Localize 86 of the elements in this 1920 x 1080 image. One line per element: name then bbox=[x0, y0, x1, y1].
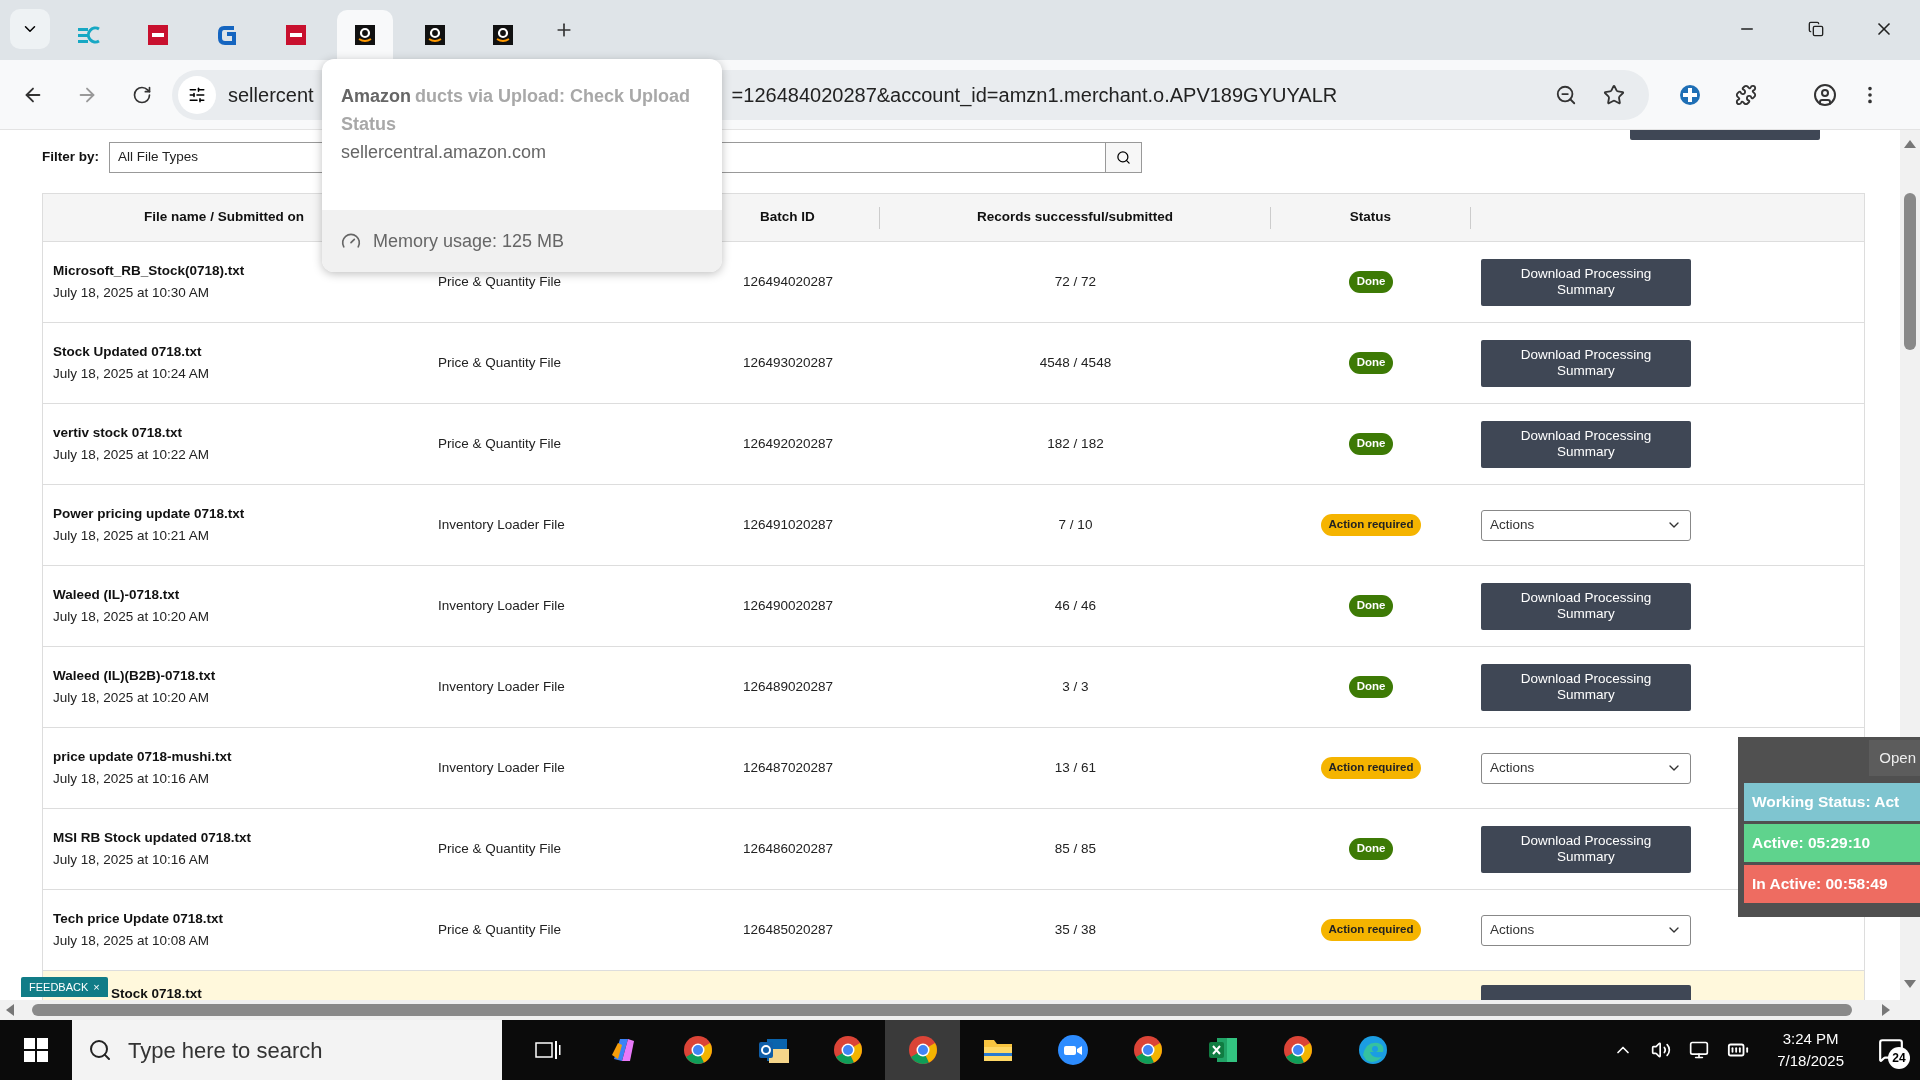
batch-id: 126485020287 bbox=[742, 921, 834, 937]
file-type: Price & Quantity File bbox=[438, 840, 562, 856]
batch-id: 126487020287 bbox=[742, 759, 834, 775]
filter-label: Filter by: bbox=[42, 147, 99, 166]
column-header: Batch ID bbox=[760, 208, 815, 227]
records-count: 3 / 3 bbox=[1062, 678, 1089, 694]
records-count: 85 / 85 bbox=[1054, 840, 1097, 856]
submitted-date: July 18, 2025 at 10:08 AM bbox=[53, 932, 211, 950]
status-badge: Done bbox=[1348, 676, 1394, 698]
column-header: Status bbox=[1349, 208, 1392, 227]
batch-id: 126489020287 bbox=[742, 678, 834, 694]
file-name: MSI RB Stock updated 0718.txt bbox=[53, 828, 253, 847]
file-type: Price & Quantity File bbox=[438, 921, 562, 937]
feedback-label: FEEDBACK bbox=[29, 979, 89, 995]
status-badge: Done bbox=[1348, 595, 1394, 617]
file-name: Waleed (IL)(B2B)-0718.txt bbox=[53, 666, 217, 685]
records-count: 35 / 38 bbox=[1054, 921, 1097, 937]
feedback-close[interactable]: × bbox=[93, 978, 100, 996]
memory-usage: Memory usage: 125 MB bbox=[373, 229, 565, 253]
submitted-date: July 18, 2025 at 10:16 AM bbox=[53, 770, 211, 788]
file-type: Inventory Loader File bbox=[438, 597, 565, 613]
batch-id: 126493020287 bbox=[742, 354, 834, 370]
open-button[interactable]: Open bbox=[1869, 740, 1920, 776]
records-count: 13 / 61 bbox=[1054, 759, 1097, 775]
download-summary-button[interactable]: Download Processing Summary bbox=[1481, 258, 1691, 306]
actions-dropdown[interactable]: Actions bbox=[1481, 914, 1691, 946]
batch-id: 126491020287 bbox=[742, 516, 834, 532]
status-badge: Action required bbox=[1320, 757, 1422, 779]
working-status-bar: Working Status: Act bbox=[1744, 783, 1920, 821]
file-name: Power pricing update 0718.txt bbox=[53, 504, 246, 523]
clock-time[interactable]: 3:24 PM bbox=[1782, 1028, 1839, 1050]
records-count: 182 / 182 bbox=[1047, 435, 1104, 451]
download-summary-button[interactable]: Download Processing Summary bbox=[1481, 582, 1691, 630]
records-count: 72 / 72 bbox=[1054, 273, 1097, 289]
batch-id: 126492020287 bbox=[742, 435, 834, 451]
status-badge: Action required bbox=[1320, 514, 1422, 536]
download-summary-button[interactable]: Download Processing Summary bbox=[1481, 825, 1691, 873]
notification-count: 24 bbox=[1888, 1047, 1910, 1069]
file-name: Stock 0718.txt bbox=[111, 986, 202, 1000]
actions-dropdown[interactable]: Actions bbox=[1481, 752, 1691, 784]
submitted-date: July 18, 2025 at 10:16 AM bbox=[53, 851, 211, 869]
batch-id: 126490020287 bbox=[742, 597, 834, 613]
records-count: 4548 / 4548 bbox=[1039, 354, 1112, 370]
batch-id: 126486020287 bbox=[742, 840, 834, 856]
submitted-date: July 18, 2025 at 10:20 AM bbox=[53, 608, 211, 626]
feedback-tab[interactable]: FEEDBACK × bbox=[21, 977, 108, 997]
download-summary-button[interactable]: Download Processing Summary bbox=[1481, 420, 1691, 468]
records-count: 7 / 10 bbox=[1058, 516, 1093, 532]
submitted-date: July 18, 2025 at 10:20 AM bbox=[53, 689, 211, 707]
file-name: price update 0718-mushi.txt bbox=[53, 747, 233, 766]
status-badge: Done bbox=[1348, 838, 1394, 860]
tab-title: Amazon bbox=[341, 85, 411, 108]
status-badge: Action required bbox=[1320, 919, 1422, 941]
file-name: Tech price Update 0718.txt bbox=[53, 909, 225, 928]
status-badge: Done bbox=[1348, 433, 1394, 455]
records-count: 46 / 46 bbox=[1054, 597, 1097, 613]
status-badge: Done bbox=[1348, 352, 1394, 374]
file-type: Inventory Loader File bbox=[438, 678, 565, 694]
url-text: sellercent bbox=[228, 82, 314, 108]
status-badge: Done bbox=[1348, 271, 1394, 293]
file-type: Price & Quantity File bbox=[438, 435, 562, 451]
file-name: Waleed (IL)-0718.txt bbox=[53, 585, 181, 604]
column-header: Records successful/submitted bbox=[977, 208, 1173, 227]
submitted-date: July 18, 2025 at 10:24 AM bbox=[53, 365, 211, 383]
inactive-time-bar: In Active: 00:58:49 bbox=[1744, 865, 1920, 903]
submitted-date: July 18, 2025 at 10:30 AM bbox=[53, 284, 211, 302]
file-name: vertiv stock 0718.txt bbox=[53, 423, 184, 442]
actions-dropdown[interactable]: Actions bbox=[1481, 509, 1691, 541]
faded-tab-title: ducts via Upload: Check Upload bbox=[415, 85, 691, 108]
file-name: Microsoft_RB_Stock(0718).txt bbox=[53, 261, 246, 280]
download-summary-button[interactable]: Download Processing Summary bbox=[1481, 339, 1691, 387]
download-summary-button[interactable]: Download Processing Summary bbox=[1481, 663, 1691, 711]
active-time-bar: Active: 05:29:10 bbox=[1744, 824, 1920, 862]
submitted-date: July 18, 2025 at 10:22 AM bbox=[53, 446, 211, 464]
taskbar-search-field[interactable]: Type here to search bbox=[72, 1020, 502, 1080]
file-type: Price & Quantity File bbox=[438, 354, 562, 370]
submitted-date: July 18, 2025 at 10:21 AM bbox=[53, 527, 211, 545]
clock-date[interactable]: 7/18/2025 bbox=[1777, 1050, 1844, 1072]
url-text: =126484020287&account_id=amzn1.merchant.o.APV189GYUYALR bbox=[731, 82, 1338, 109]
column-header: File name / Submitted on bbox=[144, 209, 304, 225]
search-placeholder: Type here to search bbox=[128, 1036, 323, 1065]
batch-id: 126494020287 bbox=[742, 273, 834, 289]
file-type: Price & Quantity File bbox=[438, 273, 562, 289]
file-type: Inventory Loader File bbox=[438, 759, 565, 775]
file-type: Inventory Loader File bbox=[438, 516, 565, 532]
file-name: Stock Updated 0718.txt bbox=[53, 342, 203, 361]
